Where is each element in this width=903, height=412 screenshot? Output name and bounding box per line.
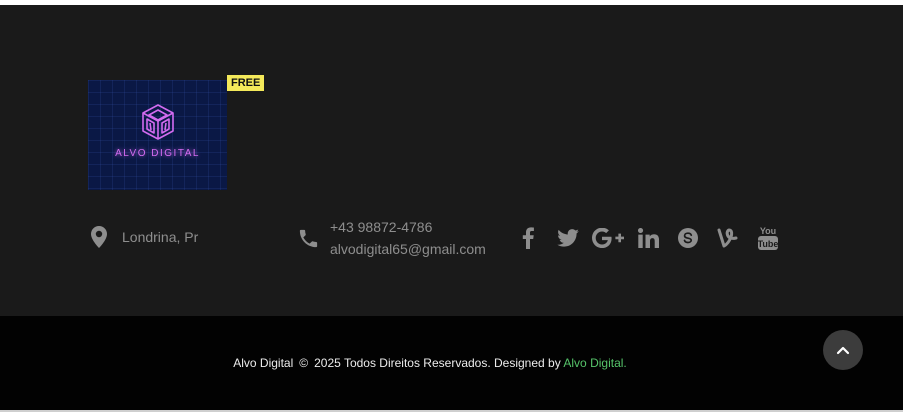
phone-icon (297, 227, 320, 250)
youtube-icon[interactable]: You Tube (748, 224, 788, 252)
location: Londrina, Pr (90, 225, 198, 249)
chevron-up-icon (836, 346, 850, 355)
footer-bottom: Alvo Digital © 2025 Todos Direitos Reserva… (0, 316, 903, 410)
designer-link[interactable]: Alvo Digital. (563, 356, 626, 370)
vine-icon[interactable] (708, 224, 748, 252)
svg-text:You: You (760, 226, 776, 236)
google-plus-icon[interactable] (588, 224, 628, 252)
email-address[interactable]: alvodigital65@gmail.com (330, 238, 486, 260)
phone-contact: +43 98872-4786 alvodigital65@gmail.com (297, 216, 486, 260)
scroll-to-top-button[interactable] (823, 330, 863, 370)
copyright-brand: Alvo Digital (233, 356, 294, 370)
facebook-icon[interactable] (508, 224, 548, 252)
logo[interactable]: ALVO DIGITAL (88, 80, 227, 190)
map-marker-icon (90, 225, 108, 249)
location-text: Londrina, Pr (122, 229, 199, 245)
skype-icon[interactable] (668, 224, 708, 252)
free-badge: FREE (227, 75, 265, 91)
linkedin-icon[interactable] (628, 224, 668, 252)
cube-logo-icon (142, 104, 174, 140)
twitter-icon[interactable] (548, 224, 588, 252)
copyright-text: 2025 Todos Direitos Reservados. Designed… (314, 356, 561, 370)
copyright: Alvo Digital © 2025 Todos Direitos Reserva… (0, 356, 860, 370)
svg-text:Tube: Tube (758, 239, 779, 249)
social-links: You Tube (508, 224, 788, 252)
copyright-symbol: © (299, 356, 309, 370)
logo-text: ALVO DIGITAL (115, 148, 200, 159)
phone-number[interactable]: +43 98872-4786 (330, 216, 486, 238)
footer-main: ALVO DIGITAL FREE Londrina, Pr +43 98872… (0, 5, 903, 316)
